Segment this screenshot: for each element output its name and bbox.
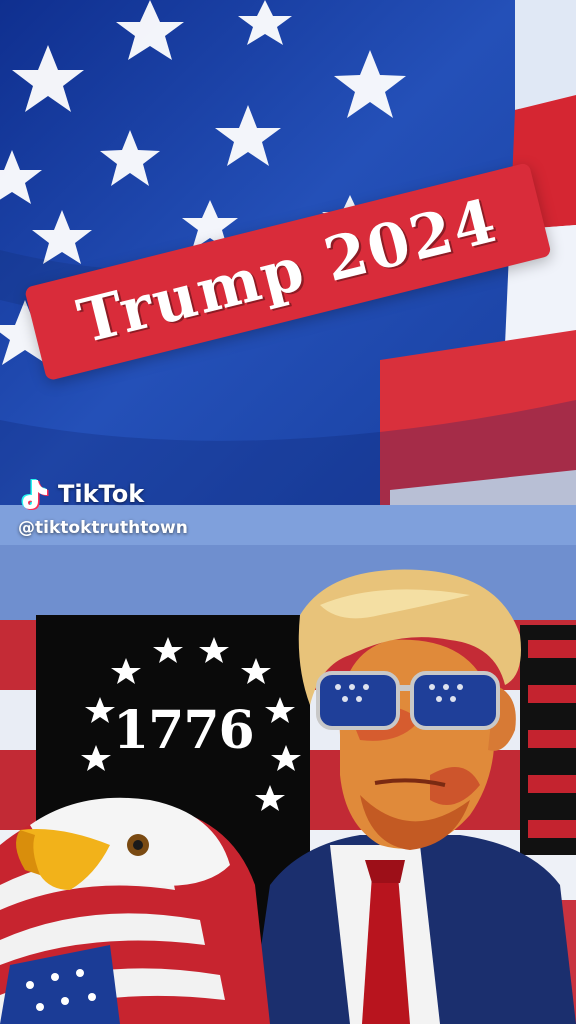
tiktok-brand-text: TikTok xyxy=(58,480,145,508)
year-1776-text: 1776 xyxy=(113,700,255,761)
trump-eagle-artwork xyxy=(0,569,576,1024)
tiktok-watermark: TikTok @tiktoktruthtown xyxy=(18,476,188,538)
video-frame: 1776 Trump 2024 TikTok @tiktoktruthtown xyxy=(0,0,576,1024)
tiktok-handle: @tiktoktruthtown xyxy=(18,518,188,538)
tiktok-note-icon xyxy=(21,479,49,510)
